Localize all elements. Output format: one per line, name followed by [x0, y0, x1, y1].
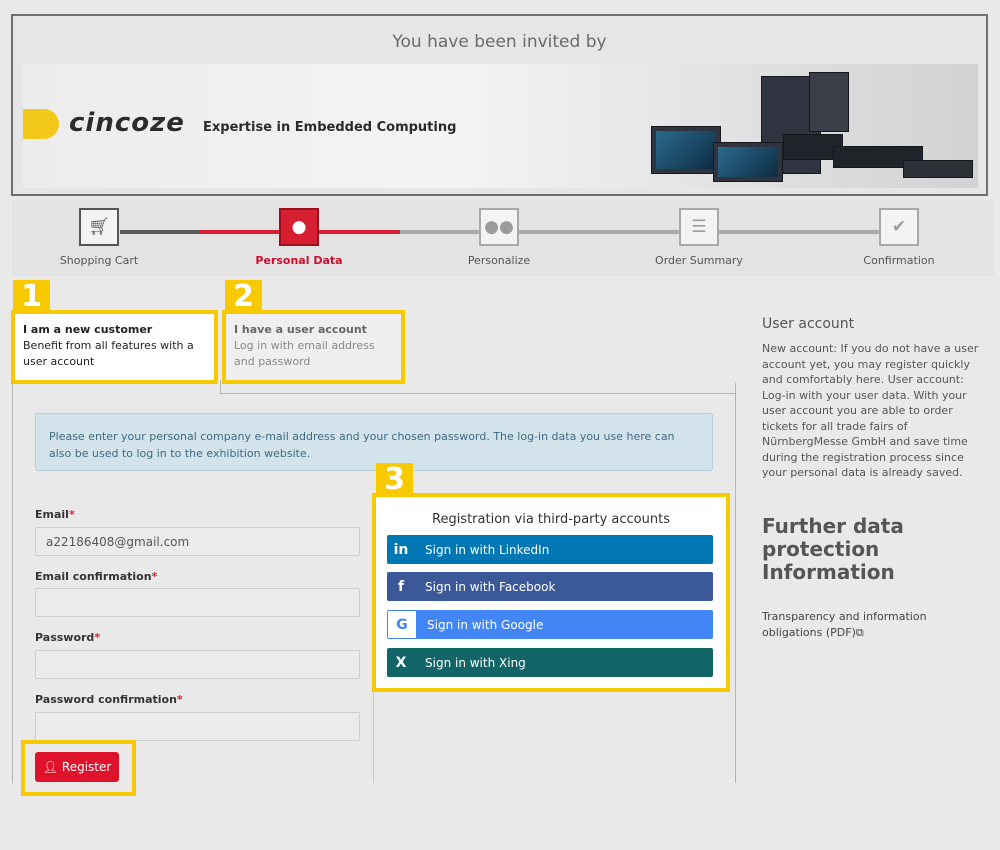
email-confirmation-field[interactable]	[35, 588, 360, 617]
button-label: Sign in with LinkedIn	[425, 542, 550, 557]
email-label: Email*	[35, 508, 75, 521]
button-label: Sign in with Google	[427, 617, 544, 632]
group-icon: ●●	[484, 217, 514, 237]
tab-divider	[220, 380, 221, 394]
invite-panel: You have been invited by cincoze Experti…	[11, 14, 988, 196]
email-confirmation-label: Email confirmation*	[35, 570, 158, 583]
tab-new-customer[interactable]: I am a new customer Benefit from all fea…	[15, 314, 214, 380]
step-label: Confirmation	[863, 254, 935, 267]
brand-tagline: Expertise in Embedded Computing	[203, 120, 457, 135]
sidebar-heading: User account	[762, 316, 855, 332]
password-field[interactable]	[35, 650, 360, 679]
social-title: Registration via third-party accounts	[432, 512, 670, 527]
add-user-icon: 👤︎	[42, 760, 58, 774]
google-icon: G	[388, 611, 416, 638]
step-confirmation: ✔	[879, 208, 919, 246]
step-order-summary: ☰	[679, 208, 719, 246]
step-label: Shopping Cart	[59, 254, 139, 267]
tab-divider	[220, 393, 736, 394]
data-protection-heading: Further data protection Information	[762, 514, 904, 584]
user-icon: ●	[291, 217, 307, 237]
password-confirmation-label: Password confirmation*	[35, 693, 183, 706]
check-icon: ✔	[891, 217, 907, 237]
checkout-steps: 🛒︎ Shopping Cart ● Personal Data ●● Pers…	[12, 200, 994, 276]
cart-icon: 🛒︎	[88, 217, 110, 237]
brand-logo: cincoze	[69, 108, 185, 138]
tab-title: I am a new customer	[23, 323, 153, 336]
step-shopping-cart[interactable]: 🛒︎	[79, 208, 119, 246]
info-message: Please enter your personal company e-mai…	[35, 413, 713, 471]
step-connector	[400, 230, 900, 234]
invite-title: You have been invited by	[392, 32, 607, 52]
tab-title: I have a user account	[234, 323, 367, 336]
password-confirmation-field[interactable]	[35, 712, 360, 741]
step-personalize: ●●	[479, 208, 519, 246]
xing-signin-button[interactable]: X Sign in with Xing	[387, 648, 713, 677]
third-party-registration: Registration via third-party accounts in…	[376, 497, 726, 688]
step-connector	[120, 230, 200, 234]
column-divider	[373, 690, 374, 783]
xing-icon: X	[395, 654, 407, 671]
step-label: Order Summary	[655, 254, 743, 267]
exhibitor-banner: cincoze Expertise in Embedded Computing	[23, 64, 978, 188]
transparency-link[interactable]: Transparency and information obligations…	[762, 609, 987, 640]
list-icon: ☰	[691, 217, 707, 237]
callout-number: 2	[225, 280, 262, 313]
password-label: Password*	[35, 631, 101, 644]
step-personal-data[interactable]: ●	[279, 208, 319, 246]
tab-description: Benefit from all features with a user ac…	[23, 339, 194, 368]
step-label: Personal Data	[255, 254, 343, 267]
linkedin-signin-button[interactable]: in Sign in with LinkedIn	[387, 535, 713, 564]
sidebar-text: New account: If you do not have a user a…	[762, 342, 979, 479]
logo-swoosh	[23, 109, 59, 139]
register-button[interactable]: 👤︎ Register	[35, 752, 119, 782]
tab-user-account[interactable]: I have a user account Log in with email …	[226, 314, 401, 380]
button-label: Sign in with Facebook	[425, 579, 556, 594]
callout-number: 1	[13, 280, 50, 313]
button-label: Sign in with Xing	[425, 655, 526, 670]
email-field[interactable]	[35, 527, 360, 556]
callout-number: 3	[376, 463, 413, 496]
step-label: Personalize	[467, 254, 531, 267]
google-signin-button[interactable]: G Sign in with Google	[387, 610, 713, 639]
tab-description: Log in with email address and password	[234, 339, 375, 368]
external-link-icon: ⧉	[855, 625, 864, 639]
register-label: Register	[61, 760, 112, 774]
facebook-signin-button[interactable]: f Sign in with Facebook	[387, 572, 713, 601]
linkedin-icon: in	[393, 541, 409, 558]
facebook-icon: f	[397, 578, 405, 595]
